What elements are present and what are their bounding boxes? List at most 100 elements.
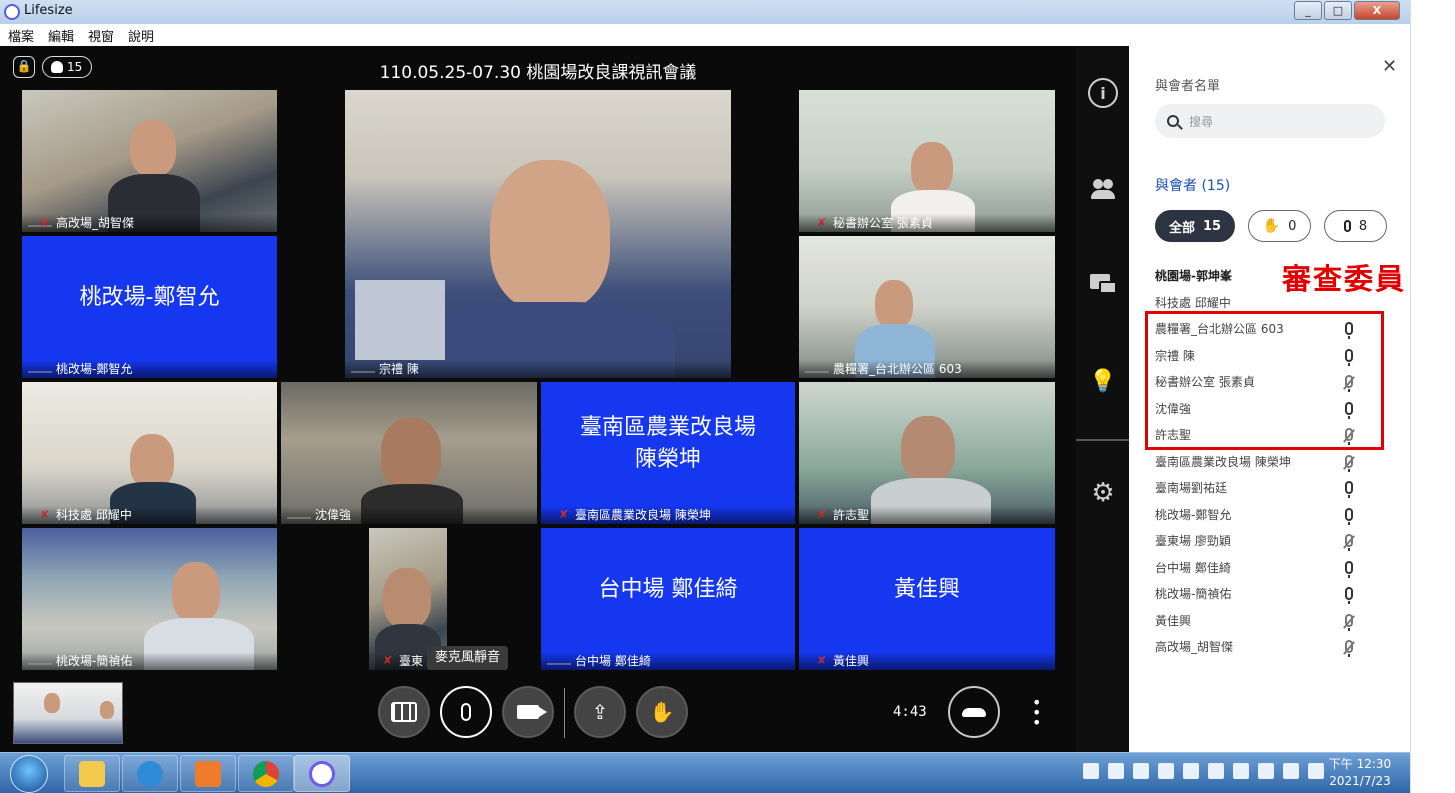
video-tile[interactable]: ✘ 高改場_胡智傑 — [22, 90, 277, 232]
participant-name: 黃佳興 — [1155, 613, 1192, 628]
microphone-icon — [1345, 560, 1353, 578]
taskbar: 下午 12:30 2021/7/23 — [0, 752, 1410, 793]
video-tile[interactable]: 桃改場-簡禎佑 — [22, 528, 277, 670]
participant-name: 桃園場-郭坤峯 — [1155, 269, 1232, 283]
microphone-icon — [1345, 481, 1353, 498]
internet-explorer-taskbar-button[interactable] — [122, 755, 178, 792]
self-view[interactable] — [13, 682, 123, 744]
video-tile[interactable]: 沈偉強 — [281, 382, 537, 524]
menu-file[interactable]: 檔案 — [8, 26, 34, 45]
tile-label: 高改場_胡智傑 — [22, 214, 277, 232]
taskbar-clock[interactable]: 下午 12:30 2021/7/23 — [1320, 756, 1400, 790]
participant-face — [901, 416, 955, 482]
share-screen-button[interactable]: ⇪ — [574, 686, 626, 738]
tile-label: 秘書辦公室 張素貞 — [799, 214, 1055, 232]
participants-icon[interactable] — [1088, 174, 1118, 204]
menu-edit[interactable]: 編輯 — [48, 26, 74, 45]
tile-display-name: 桃改場-鄭智允 — [79, 285, 220, 311]
menubar: 檔案 編輯 視窗 說明 — [0, 24, 1410, 46]
clock-date: 2021/7/23 — [1329, 774, 1391, 788]
filter-mic-chip[interactable]: 8 — [1324, 210, 1387, 242]
menu-view[interactable]: 視窗 — [88, 26, 114, 45]
close-panel-icon[interactable]: ✕ — [1382, 56, 1397, 77]
video-tile[interactable]: 黃佳興 ✘ 黃佳興 — [799, 528, 1055, 670]
gear-icon[interactable]: ⚙ — [1088, 478, 1118, 508]
tray-flag-icon[interactable] — [1283, 763, 1299, 779]
microphone-icon — [461, 703, 471, 721]
filter-all-label: 全部 — [1168, 220, 1195, 236]
video-tile-active-speaker[interactable]: 宗禮 陳 — [345, 90, 731, 378]
chrome-taskbar-button[interactable] — [238, 755, 294, 792]
hang-up-button[interactable] — [948, 686, 1000, 738]
participant-face — [381, 418, 441, 490]
raise-hand-button[interactable]: ✋ — [636, 686, 688, 738]
tile-label: 台中場 鄭佳綺 — [541, 652, 795, 670]
tray-app-icon[interactable] — [1208, 763, 1224, 779]
list-item[interactable]: 桃改場-鄭智允 — [1155, 507, 1365, 534]
layout-grid-icon — [391, 702, 417, 722]
file-explorer-taskbar-button[interactable] — [64, 755, 120, 792]
video-tile[interactable]: 農糧署_台北辦公區 603 — [799, 236, 1055, 378]
tray-ime-icon[interactable] — [1108, 763, 1124, 779]
tray-app-icon[interactable] — [1158, 763, 1174, 779]
participant-name: 臺南區農業改良場 陳榮坤 — [1155, 454, 1291, 469]
more-options-icon[interactable]: • • • — [1032, 695, 1041, 731]
filter-hand-count: 0 — [1288, 218, 1297, 234]
participant-name: 高改場_胡智傑 — [1155, 640, 1234, 654]
filter-mic-count: 8 — [1358, 218, 1368, 234]
video-tile[interactable]: ✘ 許志聖 — [799, 382, 1055, 524]
list-item[interactable]: 高改場_胡智傑 — [1155, 639, 1365, 666]
chat-icon[interactable] — [1088, 270, 1118, 300]
tray-app-icon[interactable] — [1083, 763, 1099, 779]
participant-face — [44, 693, 60, 713]
menu-help[interactable]: 說明 — [128, 26, 154, 45]
filter-all-chip[interactable]: 全部 15 — [1155, 210, 1235, 242]
whiteboard-idea-icon[interactable]: 💡 — [1088, 366, 1118, 396]
mic-mute-button[interactable] — [440, 686, 492, 738]
microphone-icon — [1345, 587, 1353, 604]
windows-start-icon[interactable] — [10, 755, 48, 793]
close-window-button[interactable]: X — [1354, 1, 1400, 20]
laptop-screen — [355, 280, 445, 360]
mic-muted-icon — [1345, 534, 1353, 551]
share-upload-icon: ⇪ — [591, 700, 609, 724]
tray-app-icon[interactable] — [1133, 763, 1149, 779]
tray-expand-icon[interactable] — [1233, 763, 1249, 779]
media-player-taskbar-button[interactable] — [180, 755, 236, 792]
video-tile[interactable]: ✘ 科技處 邱耀中 — [22, 382, 277, 524]
maximize-button[interactable]: □ — [1324, 1, 1352, 20]
camera-button[interactable] — [502, 686, 554, 738]
tray-help-icon[interactable] — [1183, 763, 1199, 779]
search-input[interactable]: 搜尋 — [1155, 104, 1385, 138]
tile-label: 黃佳興 — [799, 652, 1055, 670]
minimize-button[interactable]: _ — [1294, 1, 1322, 20]
list-item[interactable]: 台中場 鄭佳綺 — [1155, 560, 1365, 587]
tile-label: 宗禮 陳 — [345, 360, 731, 378]
info-icon[interactable]: i — [1088, 78, 1118, 108]
list-item[interactable]: 桃改場-簡禎佑 — [1155, 586, 1365, 613]
search-icon — [1167, 115, 1179, 127]
lifesize-logo-icon — [4, 4, 20, 20]
video-tile[interactable]: 台中場 鄭佳綺 台中場 鄭佳綺 — [541, 528, 795, 670]
filter-hand-chip[interactable]: ✋ 0 — [1248, 210, 1311, 242]
camera-icon — [517, 705, 547, 719]
video-tile[interactable]: ✘ 秘書辦公室 張素貞 — [799, 90, 1055, 232]
tray-network-icon[interactable] — [1258, 763, 1274, 779]
layout-button[interactable] — [378, 686, 430, 738]
video-tile[interactable]: 臺南區農業改良場 陳榮坤 ✘ 臺南區農業改良場 陳榮坤 — [541, 382, 795, 524]
participant-face — [130, 120, 176, 176]
list-item[interactable]: 臺南區農業改良場 陳榮坤 — [1155, 454, 1365, 481]
list-item[interactable]: 臺南場劉祐廷 — [1155, 480, 1365, 507]
participant-name: 桃改場-簡禎佑 — [1155, 587, 1232, 601]
panel-title: 與會者名單 — [1155, 79, 1221, 94]
search-placeholder: 搜尋 — [1189, 114, 1214, 129]
video-tile[interactable]: 桃改場-鄭智允 桃改場-鄭智允 — [22, 236, 277, 378]
list-item[interactable]: 黃佳興 — [1155, 613, 1365, 640]
tile-display-name: 台中場 鄭佳綺 — [598, 577, 738, 603]
participant-face — [911, 142, 953, 194]
list-item[interactable]: 臺東場 廖勁穎 — [1155, 533, 1365, 560]
window-titlebar: Lifesize _ □ X — [0, 0, 1410, 24]
tile-label: 農糧署_台北辦公區 603 — [799, 360, 1055, 378]
lifesize-taskbar-button[interactable] — [294, 755, 350, 792]
tile-label: 許志聖 — [799, 506, 1055, 524]
